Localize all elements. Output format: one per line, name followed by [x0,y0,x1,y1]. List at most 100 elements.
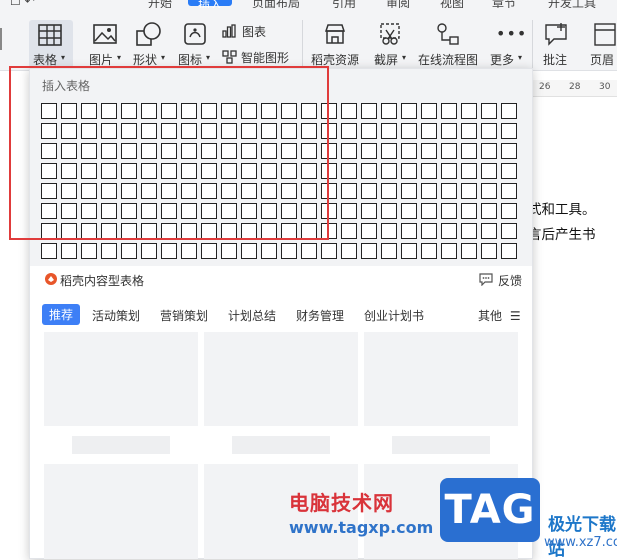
category-plan-summary[interactable]: 计划总结 [228,307,276,324]
table-grid-cell[interactable] [461,123,477,139]
table-grid-cell[interactable] [361,163,377,179]
feedback-button[interactable]: 反馈 [479,272,522,289]
tab-page-layout[interactable]: 页面布局 [252,0,300,8]
table-grid-cell[interactable] [441,203,457,219]
template-thumbnail[interactable] [204,332,358,426]
category-business-plan[interactable]: 创业计划书 [364,307,424,324]
template-thumbnail[interactable] [364,332,518,426]
table-grid-cell[interactable] [341,203,357,219]
table-grid-cell[interactable] [461,103,477,119]
screenshot-button[interactable]: 截屏 ▾ [370,20,410,70]
table-grid-cell[interactable] [381,123,397,139]
category-marketing-planning[interactable]: 营销策划 [160,307,208,324]
table-grid-cell[interactable] [41,243,57,259]
table-grid-cell[interactable] [361,243,377,259]
table-button[interactable]: 表格 ▾ [29,20,73,72]
table-grid-cell[interactable] [461,163,477,179]
table-grid-cell[interactable] [401,203,417,219]
table-grid-cell[interactable] [401,163,417,179]
table-grid-cell[interactable] [141,243,157,259]
table-grid-cell[interactable] [381,103,397,119]
tab-review[interactable]: 审阅 [386,0,410,8]
table-grid-cell[interactable] [341,243,357,259]
table-grid-cell[interactable] [281,243,297,259]
table-grid-cell[interactable] [161,243,177,259]
table-grid-cell[interactable] [461,243,477,259]
table-grid-cell[interactable] [441,143,457,159]
table-grid-cell[interactable] [361,223,377,239]
shape-button[interactable]: 形状 ▾ [130,20,170,70]
table-grid-cell[interactable] [381,223,397,239]
table-grid-cell[interactable] [381,143,397,159]
table-grid-cell[interactable] [201,243,217,259]
tab-insert[interactable]: 插入 [188,0,233,8]
online-flowchart-button[interactable]: 在线流程图 [416,20,482,70]
category-event-planning[interactable]: 活动策划 [92,307,140,324]
table-grid-cell[interactable] [441,183,457,199]
table-grid-cell[interactable] [481,163,497,179]
table-grid-cell[interactable] [361,103,377,119]
table-grid-cell[interactable] [401,103,417,119]
table-grid-cell[interactable] [461,223,477,239]
category-recommended[interactable]: 推荐 [42,304,81,325]
table-grid-cell[interactable] [341,103,357,119]
daoke-table-link[interactable]: 稻壳内容型表格 [45,272,144,289]
table-grid-cell[interactable] [241,243,257,259]
table-grid-cell[interactable] [501,163,517,179]
table-grid-cell[interactable] [401,183,417,199]
table-grid-cell[interactable] [421,163,437,179]
table-grid-cell[interactable] [321,243,337,259]
table-grid-cell[interactable] [501,223,517,239]
picture-button[interactable]: 图片 ▾ [86,20,126,70]
table-grid-cell[interactable] [361,203,377,219]
table-grid-cell[interactable] [301,243,317,259]
table-grid-cell[interactable] [461,203,477,219]
tab-developer[interactable]: 开发工具 [548,0,596,8]
table-grid-cell[interactable] [341,183,357,199]
table-grid-cell[interactable] [481,143,497,159]
document-body[interactable]: 式和工具。 言后产生书 [528,198,596,248]
chart-button[interactable]: 图表 [222,22,278,40]
table-grid-cell[interactable] [81,243,97,259]
daoke-resource-button[interactable]: 稻壳资源 [308,20,362,70]
table-grid-cell[interactable] [481,103,497,119]
table-grid-cell[interactable] [341,223,357,239]
table-grid-cell[interactable] [361,143,377,159]
table-grid-cell[interactable] [381,243,397,259]
tab-view[interactable]: 视图 [440,0,464,8]
table-grid-cell[interactable] [441,243,457,259]
table-grid-cell[interactable] [341,143,357,159]
table-grid-cell[interactable] [421,183,437,199]
table-grid-cell[interactable] [461,143,477,159]
category-more-button[interactable]: 其他 ☰ [478,307,521,324]
tab-references[interactable]: 引用 [332,0,356,8]
table-grid-cell[interactable] [401,123,417,139]
ribbon-partial-button[interactable] [0,28,8,50]
table-grid-cell[interactable] [221,243,237,259]
template-thumbnail[interactable] [44,332,198,426]
table-grid-cell[interactable] [501,123,517,139]
table-grid-cell[interactable] [361,123,377,139]
table-grid-cell[interactable] [481,223,497,239]
table-grid-cell[interactable] [481,123,497,139]
table-grid-cell[interactable] [341,123,357,139]
table-grid-cell[interactable] [421,143,437,159]
template-thumbnail[interactable] [44,464,198,559]
table-grid-cell[interactable] [61,243,77,259]
tab-chapter[interactable]: 章节 [492,0,516,8]
table-grid-cell[interactable] [441,123,457,139]
more-button[interactable]: ••• 更多 ▾ [488,20,526,70]
icon-library-button[interactable]: 图标 ▾ [176,20,216,70]
table-grid-cell[interactable] [481,183,497,199]
table-grid-cell[interactable] [501,203,517,219]
table-grid-cell[interactable] [501,183,517,199]
table-grid-cell[interactable] [341,163,357,179]
table-grid-cell[interactable] [381,203,397,219]
table-grid-cell[interactable] [381,163,397,179]
smart-graphic-button[interactable]: 智能图形 [222,48,298,66]
table-grid-cell[interactable] [421,223,437,239]
table-grid-cell[interactable] [421,103,437,119]
table-grid-cell[interactable] [421,243,437,259]
table-grid-cell[interactable] [121,243,137,259]
table-grid-cell[interactable] [381,183,397,199]
